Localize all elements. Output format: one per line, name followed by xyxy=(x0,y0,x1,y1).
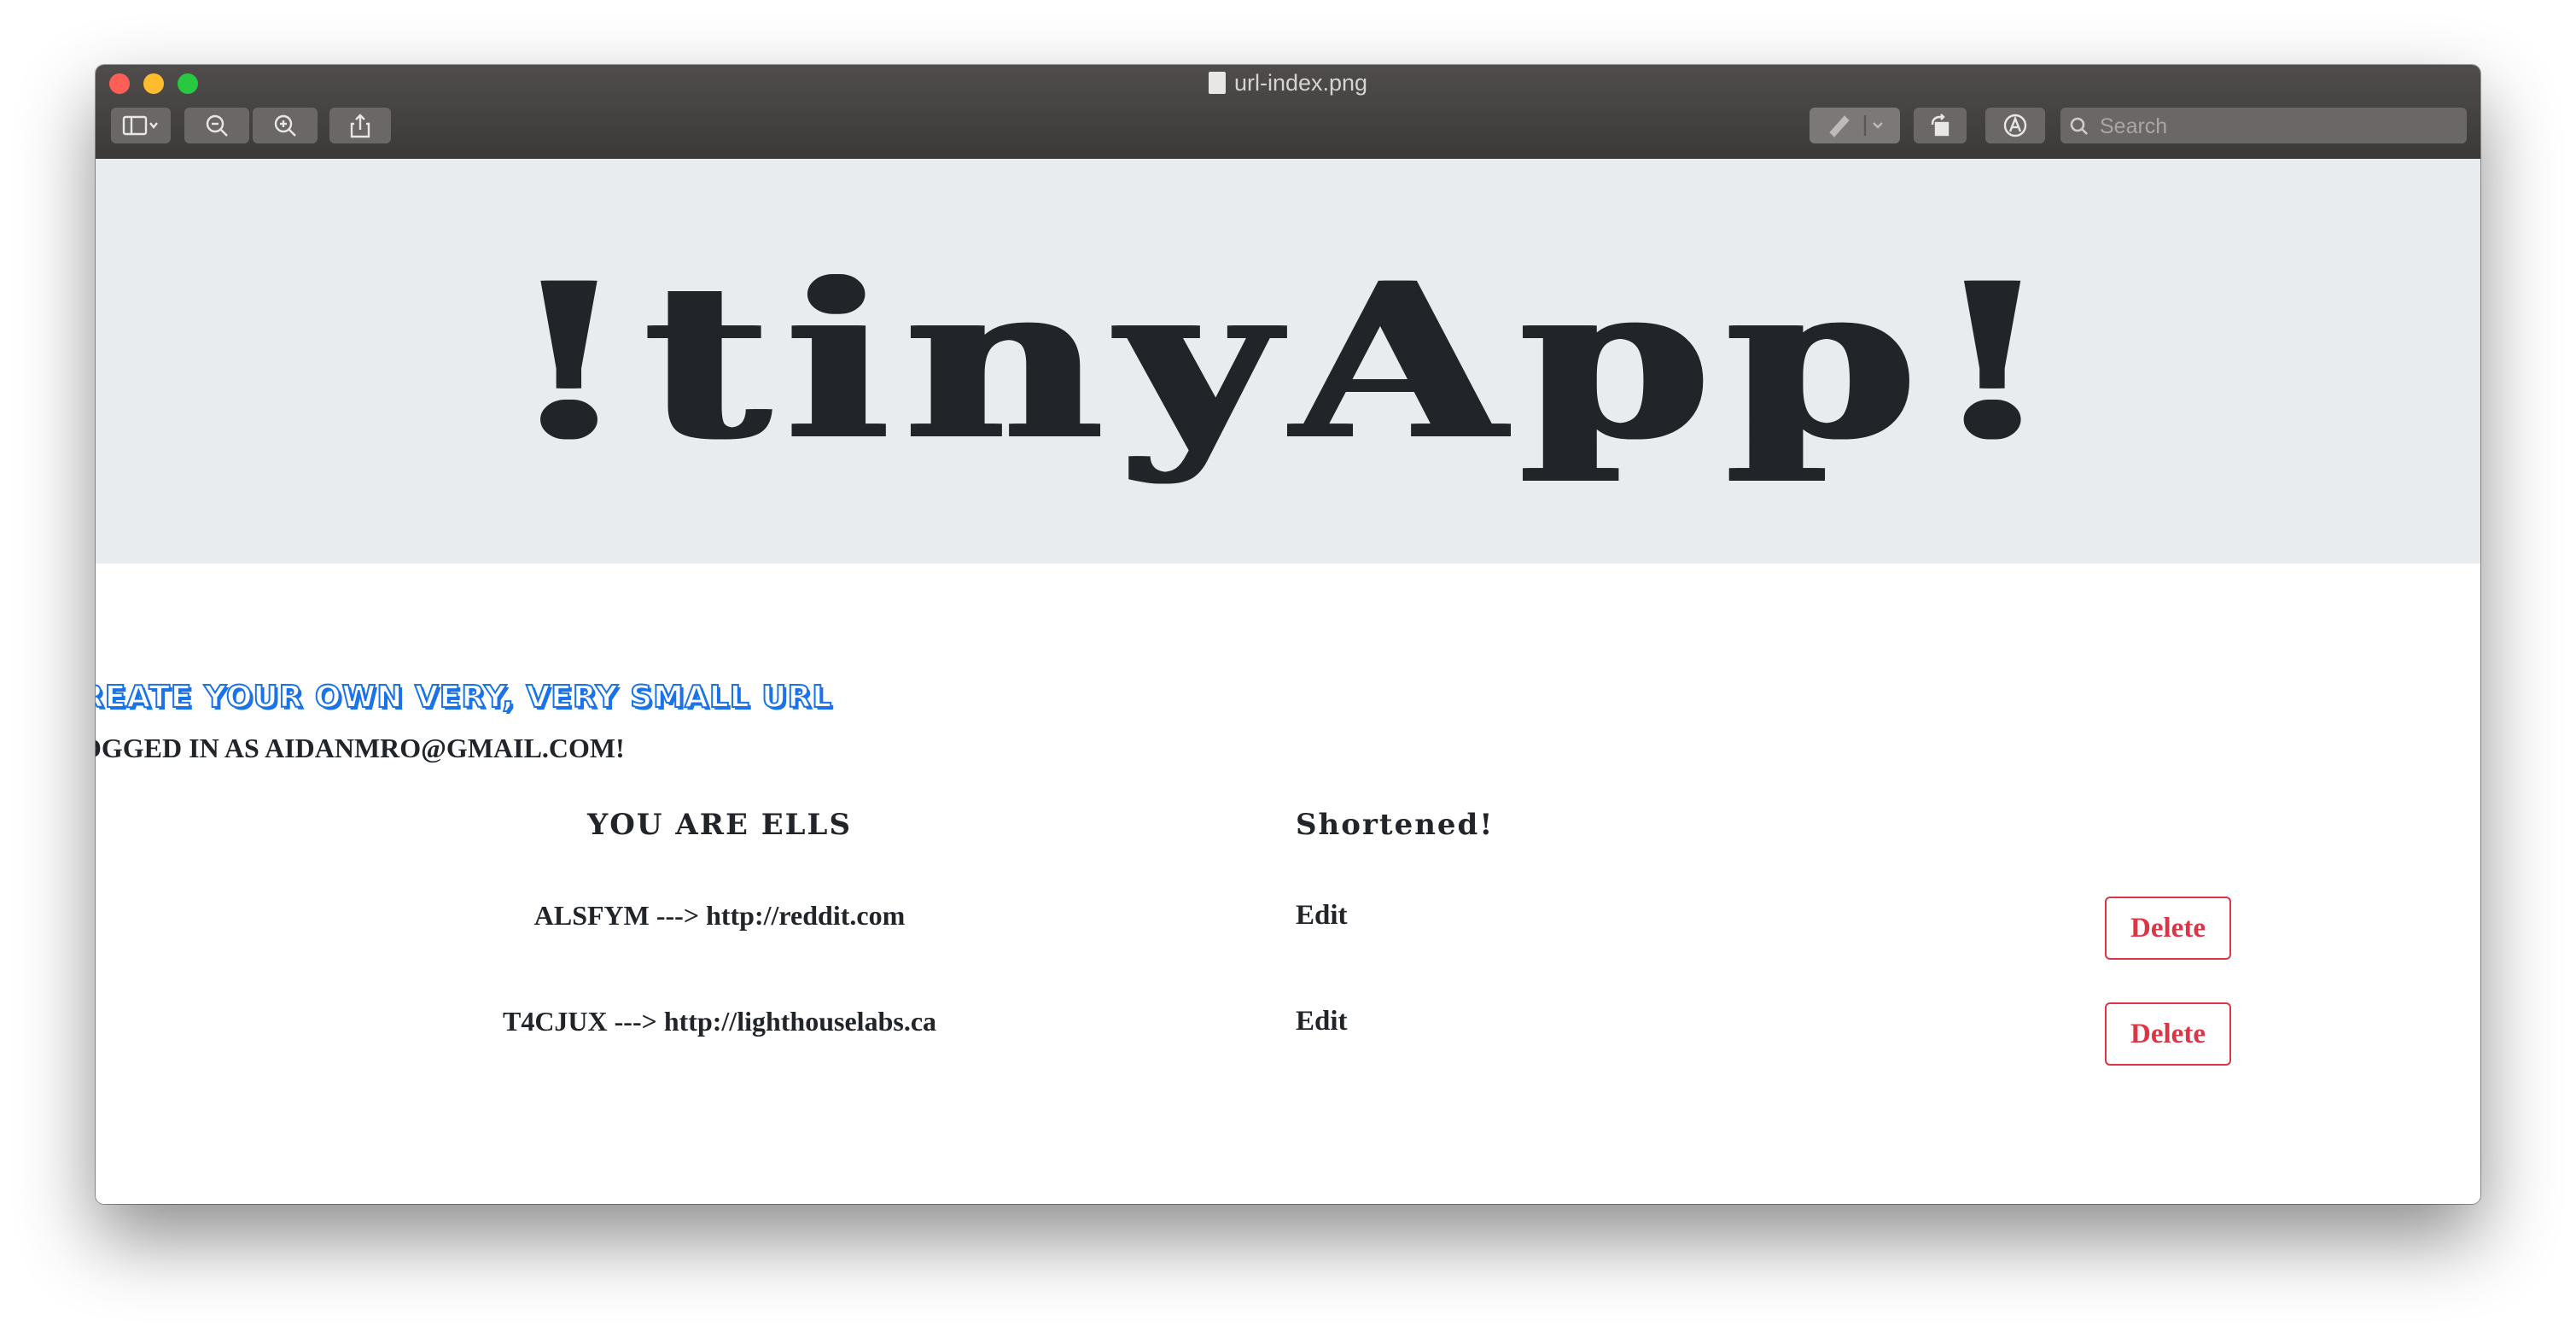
zoom-out-icon xyxy=(206,114,228,137)
edit-link-row-1[interactable]: Edit xyxy=(1296,900,1348,932)
zoom-in-button[interactable] xyxy=(253,108,318,143)
window-title: url-index.png xyxy=(96,70,2480,96)
markup-pen-button[interactable] xyxy=(1810,108,1900,143)
window-title-text: url-index.png xyxy=(1233,70,1368,96)
tagline: REATE YOUR OWN VERY, VERY SMALL URL xyxy=(96,679,833,716)
share-button[interactable] xyxy=(329,108,391,143)
pen-icon xyxy=(1829,115,1883,137)
delete-button-row-1[interactable]: Delete xyxy=(2105,897,2231,960)
document-content: !tinyApp! REATE YOUR OWN VERY, VERY SMAL… xyxy=(96,159,2480,1204)
preview-window: url-index.png Search !tinyApp! REATE YOU… xyxy=(96,65,2480,1204)
sidebar-toggle-button[interactable] xyxy=(111,108,171,143)
zoom-in-icon xyxy=(274,114,296,137)
sidebar-toggle-icon xyxy=(122,115,158,136)
search-icon xyxy=(2070,117,2088,135)
url-mapping-row-1: ALSFYM ---> http://reddit.com xyxy=(533,900,906,931)
edit-link-row-2[interactable]: Edit xyxy=(1296,1006,1348,1037)
search-input[interactable] xyxy=(2098,108,2460,145)
rotate-icon xyxy=(1931,114,1949,137)
url-mapping-row-2: T4CJUX ---> http://lighthouselabs.ca xyxy=(502,1006,937,1037)
column-header-urls: YOU ARE ELLS xyxy=(586,808,853,842)
hero-title: !tinyApp! xyxy=(509,236,2067,487)
zoom-out-button[interactable] xyxy=(184,108,249,143)
delete-button-row-2[interactable]: Delete xyxy=(2105,1002,2231,1066)
document-icon xyxy=(1208,72,1226,94)
rotate-button[interactable] xyxy=(1914,108,1967,143)
column-header-shortened: Shortened! xyxy=(1296,808,1495,842)
title-bar: url-index.png xyxy=(96,65,2480,161)
jumbotron: !tinyApp! xyxy=(96,159,2480,564)
markup-toolbar-button[interactable] xyxy=(1985,108,2045,143)
search-field[interactable] xyxy=(2060,108,2467,145)
logged-in-status: OGGED IN AS AIDANMRO@GMAIL.COM! xyxy=(96,733,625,763)
share-icon xyxy=(350,114,370,138)
markup-icon xyxy=(2003,114,2027,137)
